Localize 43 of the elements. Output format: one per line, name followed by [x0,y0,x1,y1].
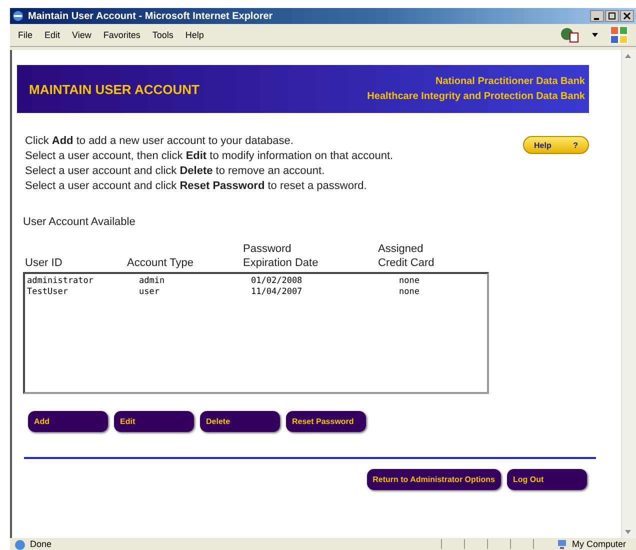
organization-name: Healthcare Integrity and Protection Data Bank [367,90,585,104]
close-icon [623,12,631,20]
maximize-icon [608,12,616,20]
toolbar-icon[interactable] [560,27,580,43]
instruction-text: Select a user account and click Reset Password to reset a password. [25,179,368,194]
zone-text: My Computer [572,539,628,549]
window-title: Maintain User Account - Microsoft Internet Explorer [28,10,274,22]
action-button[interactable]: Add [28,411,108,432]
maximize-button[interactable] [605,10,619,22]
organization-name: National Practitioner Data Bank [436,75,585,89]
close-button[interactable] [620,10,634,22]
footer-button[interactable]: Log Out [507,469,587,490]
scrollbar[interactable] [621,50,636,538]
computer-icon [556,538,568,550]
instruction-text: Select a user account and click Delete to remove an account. [25,164,326,179]
action-button[interactable]: Edit [114,411,194,432]
column-header: Assigned Credit Card [378,242,436,270]
menu-item[interactable]: Tools [152,30,174,40]
column-header: Password Expiration Date [243,242,320,270]
menu-item[interactable]: File [18,30,33,40]
menu-item[interactable]: Favorites [103,30,140,40]
column-header: User ID [25,256,64,270]
minimize-button[interactable] [590,10,604,22]
user-account-list[interactable]: administrator admin 01/02/2008 none TestUser user 11/04/2007 none [23,272,489,394]
dropdown-arrow-icon[interactable] [592,33,598,37]
account-row[interactable]: administrator admin 01/02/2008 none [27,276,485,287]
instruction-text: Select a user account, then click Edit to modify information on that account. [25,149,394,164]
column-header: Account Type [127,256,194,270]
help-button[interactable]: Help ? [523,136,589,154]
browser-icon [12,10,24,22]
menu-item[interactable]: Edit [44,30,60,40]
footer-button[interactable]: Return to Administrator Options [366,469,501,490]
instruction-text: Click Add to add a new user account to your database. [25,134,294,149]
windows-flag-icon [610,26,628,44]
menu-item[interactable]: View [72,30,92,40]
action-button[interactable]: Delete [200,411,280,432]
page-title: MAINTAIN USER ACCOUNT [29,82,200,96]
page-icon [14,538,26,550]
section-label: User Account Available [23,216,136,228]
status-text: Done [30,539,52,549]
menu-item[interactable]: Help [185,30,204,40]
account-row[interactable]: TestUser user 11/04/2007 none [27,287,485,298]
action-button[interactable]: Reset Password [286,411,366,432]
